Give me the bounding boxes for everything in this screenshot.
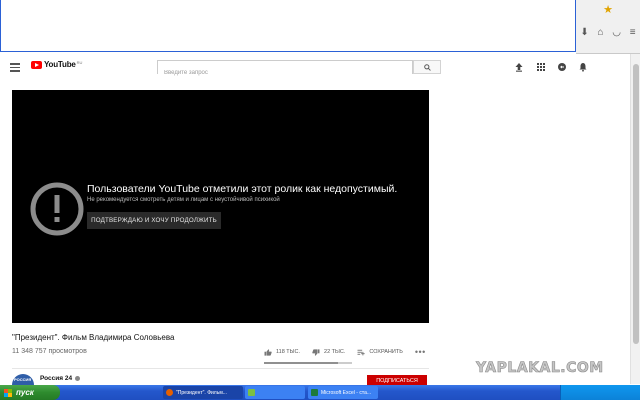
taskbar-item-excel[interactable]: Microsoft Excel - ста... (308, 386, 378, 399)
playlist-add-icon (357, 349, 366, 355)
star-icon[interactable]: ★ (603, 5, 613, 16)
browser-toolbar-blank-area (0, 0, 576, 52)
youtube-logo-text: YouTube (44, 60, 76, 69)
taskbar-item-app[interactable] (245, 386, 305, 399)
more-icon: ••• (414, 347, 426, 357)
browser-chrome: ★ ⬇ ⌂ ◡ ≡ (0, 0, 640, 54)
hamburger-menu-icon[interactable] (10, 63, 20, 72)
scrollbar-thumb[interactable] (633, 64, 639, 344)
view-count: 11 348 757 просмотров (12, 348, 87, 355)
upload-icon[interactable] (514, 62, 524, 72)
firefox-icon (166, 389, 173, 396)
windows-flag-icon (4, 388, 12, 397)
divider (12, 368, 429, 369)
apps-icon[interactable] (536, 62, 546, 72)
notifications-icon[interactable] (578, 62, 588, 72)
search-input[interactable] (158, 67, 412, 79)
youtube-header: YouTube RU (0, 54, 640, 80)
search-button[interactable] (413, 60, 441, 74)
channel-name[interactable]: Россия 24 (40, 375, 81, 382)
verified-icon (75, 376, 81, 381)
taskbar-item-label: Microsoft Excel - ста... (321, 389, 372, 396)
like-button[interactable]: 118 ТЫС. (264, 348, 301, 356)
start-label: пуск (16, 388, 34, 397)
warning-icon (30, 182, 84, 236)
save-button[interactable]: СОХРАНИТЬ (357, 349, 403, 356)
menu-icon[interactable]: ≡ (630, 27, 636, 39)
start-button[interactable]: пуск (0, 385, 60, 400)
video-actions: 118 ТЫС. 22 ТЫС. СОХРАНИТЬ ••• (264, 345, 438, 359)
channel-avatar-text: РОССИЯ (14, 377, 32, 382)
more-actions-button[interactable]: ••• (415, 347, 426, 357)
confirm-continue-button[interactable]: ПОДТВЕРЖДАЮ И ХОЧУ ПРОДОЛЖИТЬ (87, 212, 221, 229)
thumbs-down-icon (312, 348, 320, 356)
youtube-region-label: RU (76, 59, 83, 65)
video-title: "Президент". Фильм Владимира Соловьева (12, 333, 175, 342)
messages-icon[interactable] (557, 62, 567, 72)
taskbar-item-browser[interactable]: "Президент". Фильм... (163, 386, 243, 399)
warning-title: Пользователи YouTube отметили этот ролик… (87, 183, 398, 195)
like-count: 118 ТЫС. (276, 349, 301, 355)
excel-icon (311, 389, 318, 396)
youtube-logo[interactable]: YouTube RU (31, 60, 82, 69)
channel-name-text: Россия 24 (40, 375, 73, 382)
warning-subtitle: Не рекомендуется смотреть детям и лицам … (87, 197, 280, 203)
youtube-play-icon (31, 60, 42, 69)
like-ratio-fill (264, 362, 338, 364)
windows-taskbar: пуск "Президент". Фильм... Microsoft Exc… (0, 385, 640, 400)
save-label: СОХРАНИТЬ (369, 349, 403, 355)
like-dislike-ratio-bar (264, 362, 352, 364)
page-scrollbar[interactable] (630, 54, 640, 384)
home-icon[interactable]: ⌂ (597, 27, 603, 39)
search-box (157, 60, 413, 79)
browser-toolbar-right: ★ ⬇ ⌂ ◡ ≡ (576, 0, 640, 54)
video-player[interactable]: Пользователи YouTube отметили этот ролик… (12, 90, 429, 323)
thumbs-up-icon (264, 348, 272, 356)
site-watermark: YAPLAKAL.COM (476, 360, 604, 377)
app-icon (248, 389, 255, 396)
download-icon[interactable]: ⬇ (580, 27, 588, 39)
search-icon (423, 63, 431, 71)
dislike-button[interactable]: 22 ТЫС. (312, 348, 346, 356)
taskbar-item-label: "Президент". Фильм... (176, 389, 227, 396)
dislike-count: 22 ТЫС. (324, 349, 346, 355)
system-tray (560, 385, 640, 400)
pocket-icon[interactable]: ◡ (612, 27, 621, 39)
